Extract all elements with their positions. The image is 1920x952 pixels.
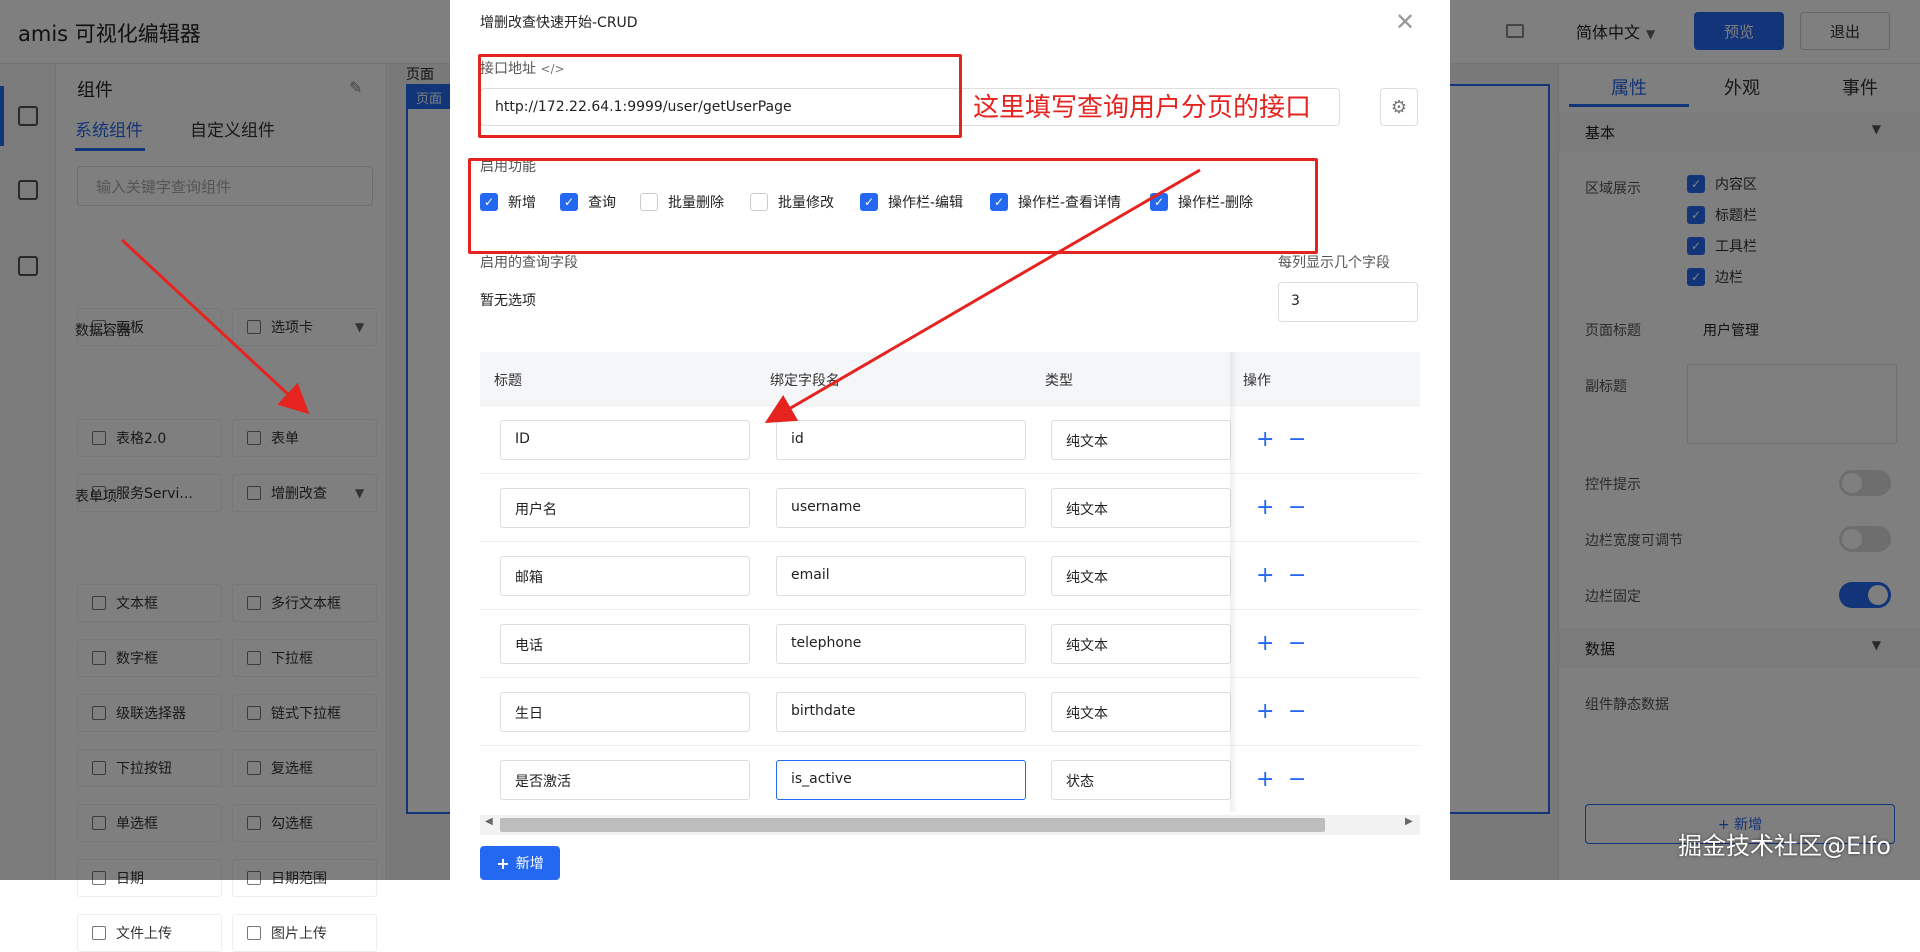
watermark: 掘金技术社区@Elfo: [1678, 832, 1891, 860]
component-item[interactable]: 文件上传: [77, 914, 222, 952]
image-upload-icon: [247, 926, 261, 940]
component-item[interactable]: 图片上传: [232, 914, 377, 952]
component-item-label: 文件上传: [116, 926, 172, 942]
annotation-arrows: [120, 168, 1201, 424]
annotation-arrow-to-table: [764, 168, 1201, 424]
annotation-arrow-to-crud: [120, 238, 310, 415]
component-item-label: 图片上传: [271, 926, 327, 942]
file-upload-icon: [92, 926, 106, 940]
